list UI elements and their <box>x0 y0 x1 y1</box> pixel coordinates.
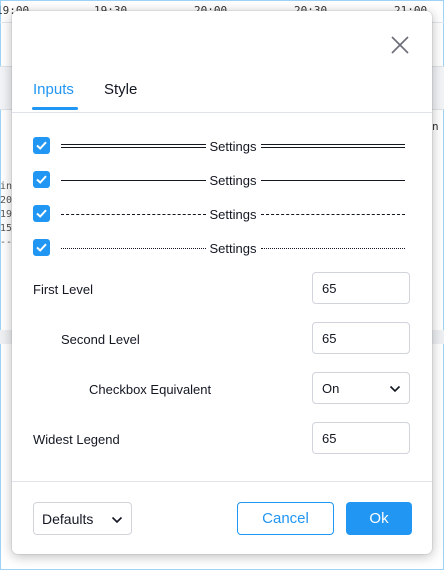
widest-legend-input[interactable] <box>312 422 410 454</box>
defaults-dropdown-button[interactable]: Defaults <box>33 502 132 535</box>
tab-style[interactable]: Style <box>104 81 137 98</box>
settings-label: Settings <box>209 172 257 188</box>
tab-inputs[interactable]: Inputs <box>33 81 74 98</box>
separator-line <box>260 213 406 215</box>
checkbox-equivalent-label: Checkbox Equivalent <box>89 382 212 397</box>
chevron-down-icon <box>389 385 401 393</box>
first-level-label: First Level <box>33 282 93 297</box>
separator-line <box>260 144 406 148</box>
defaults-label: Defaults <box>42 511 94 527</box>
separator-line <box>260 179 406 181</box>
ok-button[interactable]: Ok <box>346 502 412 535</box>
settings-row-dashed: Settings <box>33 203 406 223</box>
settings-dialog: Inputs Style Settings Settings Settings … <box>12 11 432 554</box>
separator-line <box>61 247 206 249</box>
active-tab-indicator <box>32 107 78 110</box>
check-icon <box>36 209 47 218</box>
separator-line <box>61 213 206 215</box>
separator-line <box>260 247 406 249</box>
check-icon <box>36 175 47 184</box>
first-level-input[interactable] <box>312 272 410 304</box>
separator-line <box>61 144 206 148</box>
settings-label: Settings <box>209 240 257 256</box>
separator-line <box>61 179 206 181</box>
settings-checkbox[interactable] <box>33 171 50 188</box>
widest-legend-label: Widest Legend <box>33 432 120 447</box>
second-level-label: Second Level <box>61 332 140 347</box>
tab-bar: Inputs Style <box>12 11 432 113</box>
check-icon <box>36 243 47 252</box>
settings-checkbox[interactable] <box>33 137 50 154</box>
selected-value: On <box>322 381 340 396</box>
cancel-button[interactable]: Cancel <box>237 502 334 535</box>
settings-label: Settings <box>209 138 257 154</box>
dialog-footer: Defaults Cancel Ok <box>12 481 432 555</box>
checkbox-equivalent-select[interactable]: On <box>312 372 410 404</box>
background-text-fragment: n <box>432 120 439 133</box>
check-icon <box>36 141 47 150</box>
chevron-down-icon <box>111 516 123 524</box>
settings-checkbox[interactable] <box>33 239 50 256</box>
settings-checkbox[interactable] <box>33 205 50 222</box>
second-level-input[interactable] <box>312 322 410 354</box>
settings-row-solid: Settings <box>33 169 406 189</box>
settings-row-double: Settings <box>33 135 406 155</box>
settings-row-dotted: Settings <box>33 237 406 257</box>
settings-label: Settings <box>209 206 257 222</box>
